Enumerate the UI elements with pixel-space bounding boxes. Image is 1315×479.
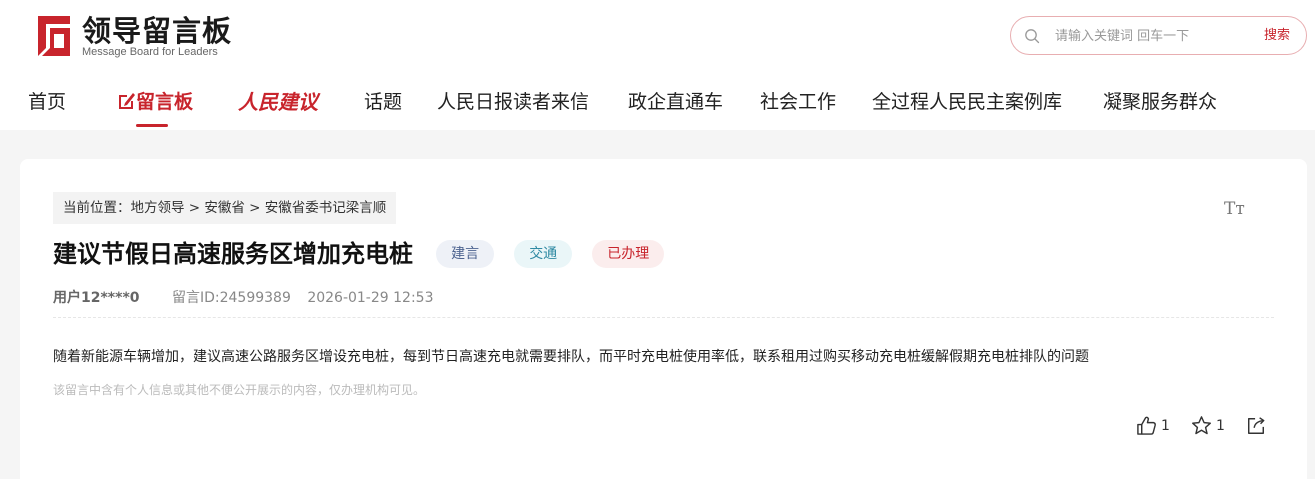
like-button[interactable]: 1 [1136, 415, 1170, 436]
nav-reader-letters[interactable]: 人民日报读者来信 [437, 88, 589, 116]
nav-social-work[interactable]: 社会工作 [760, 88, 836, 116]
pen-note-icon [119, 93, 135, 109]
site-header: 领导留言板 Message Board for Leaders 搜索 首页 留言… [0, 0, 1315, 130]
nav-message-board[interactable]: 留言板 [116, 88, 193, 116]
thumbs-up-icon [1137, 416, 1156, 435]
star-icon [1192, 416, 1212, 435]
nav-democracy-cases[interactable]: 全过程人民民主案例库 [872, 88, 1062, 116]
tag-traffic: 交通 [514, 240, 573, 268]
divider [53, 317, 1274, 318]
message-card: 当前位置：地方领导 > 安徽省 > 安徽省委书记梁言顺 Tт 建议节假日高速服务… [20, 159, 1307, 479]
author-name: 用户12****0 [53, 290, 140, 306]
logo-title: 领导留言板 [82, 14, 233, 48]
nav-serve-people[interactable]: 凝聚服务群众 [1103, 88, 1217, 116]
message-meta: 用户12****0 留言ID:24599389 2026-01-29 12:53 [53, 289, 433, 307]
active-nav-indicator [136, 124, 168, 127]
message-title: 建议节假日高速服务区增加充电桩 [53, 240, 413, 268]
nav-people-suggestion[interactable]: 人民建议 [238, 88, 318, 116]
search-icon [1025, 29, 1040, 44]
search-input[interactable] [1055, 25, 1245, 47]
tag-suggestion: 建言 [436, 240, 495, 268]
status-badge: 已办理 [592, 240, 665, 268]
nav-message-board-label: 留言板 [136, 91, 194, 113]
message-content: 随着新能源车辆增加，建议高速公路服务区增设充电桩，每到节日高速充电就需要排队，而… [53, 349, 1089, 365]
share-button[interactable] [1246, 416, 1266, 436]
site-logo[interactable]: 领导留言板 Message Board for Leaders [30, 14, 240, 60]
action-bar: 1 1 [1136, 415, 1266, 439]
favorite-button[interactable]: 1 [1191, 415, 1225, 436]
breadcrumb: 当前位置：地方领导 > 安徽省 > 安徽省委书记梁言顺 [53, 192, 397, 224]
search-box: 搜索 [1010, 16, 1307, 55]
message-id: 留言ID:24599389 [171, 290, 291, 306]
share-icon [1248, 416, 1265, 434]
nav-topics[interactable]: 话题 [364, 88, 402, 116]
search-button[interactable]: 搜索 [1264, 27, 1290, 45]
message-time: 2026-01-29 12:53 [307, 290, 434, 306]
logo-icon [38, 16, 70, 56]
logo-subtitle: Message Board for Leaders [82, 46, 218, 58]
like-count: 1 [1161, 417, 1170, 434]
nav-home[interactable]: 首页 [28, 88, 66, 116]
title-row: 建议节假日高速服务区增加充电桩 建言 交通 已办理 [53, 237, 665, 271]
main-nav: 首页 留言板 人民建议 话题 人民日报读者来信 政企直通车 社会工作 全过程人民… [0, 82, 1315, 128]
text-size-icon[interactable]: Tт [1224, 199, 1245, 219]
privacy-notice: 该留言中含有个人信息或其他不便公开展示的内容，仅办理机构可见。 [53, 383, 426, 397]
nav-enterprise-express[interactable]: 政企直通车 [628, 88, 723, 116]
favorite-count: 1 [1216, 417, 1225, 434]
